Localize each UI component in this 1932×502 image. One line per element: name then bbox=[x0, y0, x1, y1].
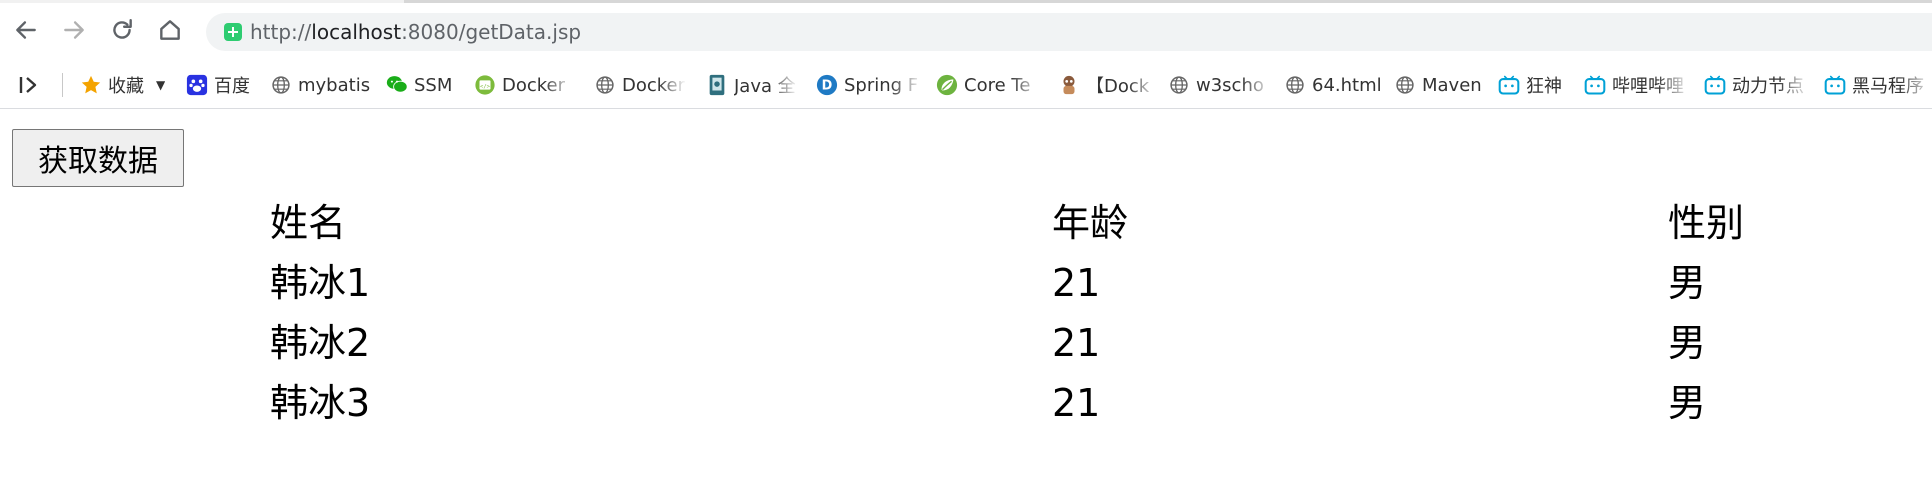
bookmark-label: Java 全 bbox=[734, 76, 796, 97]
wechat-icon bbox=[386, 74, 408, 96]
bookmarks-divider bbox=[62, 73, 63, 97]
globe-icon bbox=[1284, 74, 1306, 96]
data-table: 姓名 年龄 性别 韩冰1 21 男 韩冰2 21 男 韩冰3 21 男 bbox=[270, 193, 1868, 433]
url-path: :8080/getData.jsp bbox=[401, 20, 582, 44]
bookmark-docker-2[interactable]: Docker bbox=[594, 70, 686, 100]
active-tab-edge bbox=[404, 0, 1932, 3]
cell-name: 韩冰2 bbox=[270, 321, 371, 365]
forward-button[interactable] bbox=[56, 12, 92, 48]
bookmark-label: 狂神 bbox=[1526, 76, 1562, 97]
column-header-age: 年龄 bbox=[1052, 201, 1129, 245]
bookmark-label: 动力节点 bbox=[1732, 76, 1804, 97]
bookmark-w3school[interactable]: w3scho bbox=[1168, 70, 1272, 100]
bookmark-kuangshen[interactable]: 狂神 bbox=[1498, 70, 1562, 100]
bookmark-ssm[interactable]: SSM bbox=[386, 70, 452, 100]
cell-gender: 男 bbox=[1668, 321, 1707, 365]
svg-text:D: D bbox=[822, 79, 833, 94]
bookmarks-toggle-button[interactable] bbox=[14, 72, 44, 98]
reload-icon bbox=[113, 19, 132, 39]
get-data-button[interactable]: 获取数据 bbox=[12, 129, 184, 187]
home-button[interactable] bbox=[152, 12, 188, 48]
back-button[interactable] bbox=[8, 12, 44, 48]
svg-text:</>: </> bbox=[480, 84, 491, 90]
bookmark-spring[interactable]: D Spring F bbox=[816, 70, 922, 100]
bookmark-label: 哔哩哔哩 bbox=[1612, 76, 1684, 97]
table-header-row: 姓名 年龄 性别 bbox=[270, 193, 1868, 253]
bookmark-label: mybatis bbox=[298, 74, 371, 96]
arrow-right-icon bbox=[64, 21, 84, 39]
cell-age: 21 bbox=[1052, 261, 1101, 305]
bookmark-label: SSM bbox=[414, 74, 453, 96]
table-row: 韩冰3 21 男 bbox=[270, 373, 1868, 433]
bookmark-baidu[interactable]: 百度 bbox=[186, 70, 250, 100]
baidu-paw-icon bbox=[186, 74, 208, 96]
cell-age: 21 bbox=[1052, 381, 1101, 425]
bookmark-label: Docker bbox=[622, 74, 686, 96]
bookmark-mybatis[interactable]: mybatis bbox=[270, 70, 370, 100]
column-header-gender: 性别 bbox=[1668, 201, 1745, 245]
bookmark-bilibili[interactable]: 哔哩哔哩 bbox=[1584, 70, 1690, 100]
docker-page-icon: </> bbox=[474, 74, 496, 96]
sidebar-toggle-icon bbox=[19, 77, 37, 93]
globe-icon bbox=[594, 74, 616, 96]
site-info-icon[interactable] bbox=[224, 23, 242, 41]
d-logo-icon: D bbox=[816, 74, 838, 96]
cell-gender: 男 bbox=[1668, 381, 1707, 425]
bookmark-label: 百度 bbox=[214, 76, 250, 97]
bookmark-label: 收藏 bbox=[108, 76, 144, 97]
chevron-down-icon[interactable]: ▼ bbox=[156, 78, 165, 92]
cell-name: 韩冰1 bbox=[270, 261, 371, 305]
page-content: 获取数据 姓名 年龄 性别 韩冰1 21 男 韩冰2 21 男 韩冰3 21 男 bbox=[0, 109, 1932, 502]
arrow-left-icon bbox=[16, 21, 36, 39]
bookmark-label: 64.html bbox=[1312, 74, 1382, 96]
bookmark-dongli[interactable]: 动力节点 bbox=[1704, 70, 1810, 100]
globe-icon bbox=[270, 74, 292, 96]
url-host: localhost bbox=[311, 20, 402, 44]
cell-gender: 男 bbox=[1668, 261, 1707, 305]
url-prefix: http:// bbox=[250, 20, 312, 44]
globe-icon bbox=[1394, 74, 1416, 96]
bookmark-label: 黑马程序 bbox=[1852, 76, 1924, 97]
home-icon bbox=[160, 20, 180, 40]
bookmark-heima[interactable]: 黑马程序 bbox=[1824, 70, 1932, 100]
bookmark-java[interactable]: Java 全 bbox=[706, 70, 798, 100]
bookmark-label: w3scho bbox=[1196, 74, 1264, 96]
table-row: 韩冰2 21 男 bbox=[270, 313, 1868, 373]
cell-name: 韩冰3 bbox=[270, 381, 371, 425]
bilibili-icon bbox=[1584, 74, 1606, 96]
bookmark-64-html[interactable]: 64.html bbox=[1284, 70, 1382, 100]
bookmark-label: Spring F bbox=[844, 74, 919, 96]
bookmark-maven[interactable]: Maven bbox=[1394, 70, 1482, 100]
bilibili-icon bbox=[1704, 74, 1726, 96]
cell-age: 21 bbox=[1052, 321, 1101, 365]
bookmark-label: Docker bbox=[502, 74, 566, 96]
column-header-name: 姓名 bbox=[270, 201, 347, 245]
bookmark-favorites[interactable]: 收藏 ▼ bbox=[80, 70, 165, 100]
bookmark-label: Core Te bbox=[964, 74, 1031, 96]
table-row: 韩冰1 21 男 bbox=[270, 253, 1868, 313]
avatar-icon bbox=[1058, 74, 1080, 96]
url-text[interactable]: http://localhost:8080/getData.jsp bbox=[250, 21, 581, 43]
bilibili-icon bbox=[1824, 74, 1846, 96]
spring-leaf-icon bbox=[936, 74, 958, 96]
bookmark-dock-video[interactable]: 【Dock bbox=[1058, 70, 1158, 100]
bookmark-label: Maven bbox=[1422, 74, 1482, 96]
reload-button[interactable] bbox=[104, 12, 140, 48]
bookmark-core-te[interactable]: Core Te bbox=[936, 70, 1042, 100]
bookmarks-bar: 收藏 ▼ 百度 mybatis SSM </> Docker Docker Ja… bbox=[0, 62, 1932, 109]
bilibili-icon bbox=[1498, 74, 1520, 96]
address-bar[interactable]: http://localhost:8080/getData.jsp bbox=[206, 13, 1932, 51]
book-icon bbox=[706, 74, 728, 96]
bookmark-docker-1[interactable]: </> Docker bbox=[474, 70, 574, 100]
tab-strip bbox=[0, 0, 1932, 3]
star-icon bbox=[80, 74, 102, 96]
browser-toolbar: http://localhost:8080/getData.jsp bbox=[0, 0, 1932, 62]
globe-icon bbox=[1168, 74, 1190, 96]
bookmark-label: 【Dock bbox=[1086, 76, 1150, 97]
